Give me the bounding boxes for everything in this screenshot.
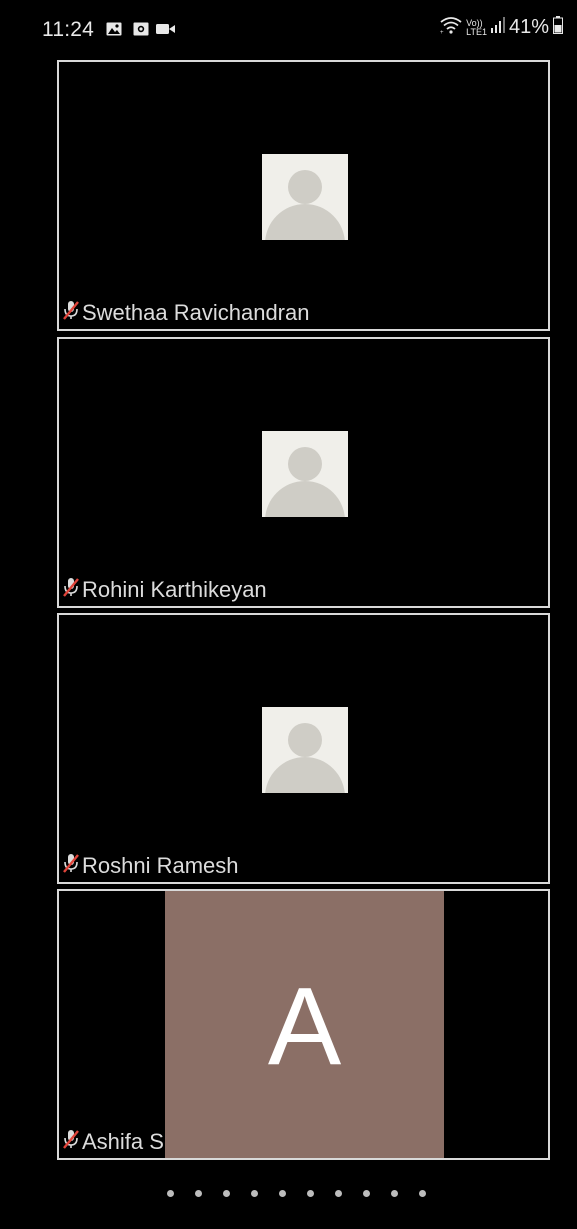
participant-name-row: Rohini Karthikeyan <box>62 576 267 603</box>
avatar-initial: A <box>267 964 342 1088</box>
participant-name: Rohini Karthikeyan <box>82 576 267 602</box>
page-dot[interactable] <box>419 1190 426 1197</box>
participant-name-row: Swethaa Ravichandran <box>62 299 309 326</box>
mic-muted-icon <box>62 576 80 603</box>
mic-muted-icon <box>62 852 80 879</box>
participant-tile[interactable]: Roshni Ramesh <box>57 613 550 884</box>
mic-muted-icon <box>62 1128 80 1155</box>
page-dot[interactable] <box>391 1190 398 1197</box>
svg-text:+: + <box>440 30 444 34</box>
screen-record-icon <box>133 22 149 41</box>
page-dot[interactable] <box>167 1190 174 1197</box>
page-dot[interactable] <box>195 1190 202 1197</box>
mic-muted-icon <box>62 299 80 326</box>
gallery-icon <box>106 22 122 41</box>
participant-name: Ashifa S <box>82 1128 164 1154</box>
page-dot[interactable] <box>279 1190 286 1197</box>
avatar-head <box>288 447 322 481</box>
battery-icon <box>553 16 563 39</box>
avatar-head <box>288 170 322 204</box>
default-avatar <box>262 431 348 517</box>
avatar-shoulders <box>265 757 345 793</box>
participant-name: Swethaa Ravichandran <box>82 299 310 325</box>
participant-name-row: Roshni Ramesh <box>62 852 239 879</box>
signal-icon <box>490 17 505 38</box>
participant-tile[interactable]: A Ashifa S <box>57 889 550 1160</box>
page-dot[interactable] <box>251 1190 258 1197</box>
lte-label: LTE1 <box>466 26 487 37</box>
page-dot[interactable] <box>335 1190 342 1197</box>
participant-tile[interactable]: Rohini Karthikeyan <box>57 337 550 608</box>
page-dot[interactable] <box>223 1190 230 1197</box>
participant-tile[interactable]: Swethaa Ravichandran <box>57 60 550 331</box>
avatar-shoulders <box>265 481 345 517</box>
participant-name-row: Ashifa S <box>62 1128 164 1155</box>
status-bar: 11:24 + Vo)) LTE1 41% <box>0 0 577 52</box>
avatar-shoulders <box>265 204 345 240</box>
page-dot[interactable] <box>307 1190 314 1197</box>
battery-percent: 41% <box>508 16 549 38</box>
page-indicator[interactable] <box>0 1190 577 1206</box>
wifi-icon: + <box>440 16 462 39</box>
initial-avatar: A <box>165 891 444 1158</box>
default-avatar <box>262 154 348 240</box>
page-dot[interactable] <box>363 1190 370 1197</box>
default-avatar <box>262 707 348 793</box>
avatar-head <box>288 723 322 757</box>
participant-name: Roshni Ramesh <box>82 852 239 878</box>
status-time: 11:24 <box>42 18 94 41</box>
status-right-group: + Vo)) LTE1 41% <box>440 16 563 39</box>
volte-lte-icon: Vo)) LTE1 <box>466 18 487 37</box>
video-camera-icon <box>156 22 176 41</box>
